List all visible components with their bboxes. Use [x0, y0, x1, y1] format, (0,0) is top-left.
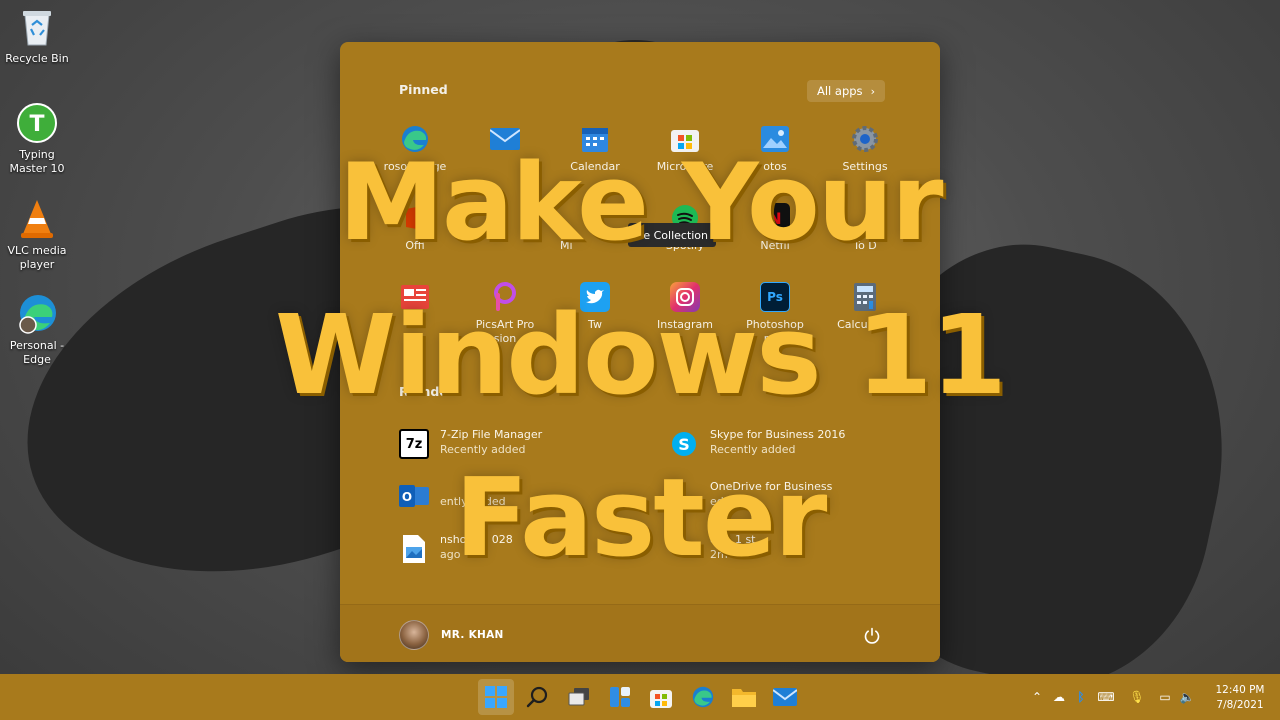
- volume-icon[interactable]: 🔈: [1176, 686, 1198, 708]
- mail-icon: [773, 688, 797, 706]
- headline-line-1: Make Your: [338, 141, 943, 264]
- weather-icon[interactable]: ☁: [1048, 686, 1070, 708]
- edge-icon: [692, 686, 714, 708]
- task-view-button[interactable]: [561, 679, 597, 715]
- recommended-title-text: Skype for Business 2016: [710, 428, 846, 441]
- clock[interactable]: 12:40 PM 7/8/2021: [1206, 683, 1274, 713]
- clock-date: 7/8/2021: [1216, 699, 1264, 711]
- search-button[interactable]: [519, 679, 555, 715]
- network-icon[interactable]: ▭: [1154, 686, 1176, 708]
- taskbar-store-button[interactable]: [643, 679, 679, 715]
- recommended-title-text: 7-Zip File Manager: [440, 428, 543, 441]
- recommended-subtitle: Recently added: [440, 443, 526, 456]
- clock-time: 12:40 PM: [1215, 684, 1265, 696]
- svg-text:S: S: [678, 435, 690, 454]
- power-icon: [864, 627, 880, 644]
- widgets-button[interactable]: [602, 679, 638, 715]
- system-tray: ⌃ ☁ ᛒ ⌨ 🎙 ▭ 🔈: [1026, 674, 1198, 720]
- skype-icon: S: [669, 429, 699, 459]
- taskbar-mail-button[interactable]: [767, 679, 803, 715]
- task-view-icon: [568, 688, 589, 706]
- start-button[interactable]: [478, 679, 514, 715]
- start-icon: [485, 686, 507, 708]
- store-icon: [650, 690, 672, 708]
- chevron-up-icon[interactable]: ⌃: [1026, 686, 1048, 708]
- taskbar-edge-button[interactable]: [685, 679, 721, 715]
- all-apps-label: All apps: [817, 84, 863, 98]
- file-explorer-button[interactable]: [726, 679, 762, 715]
- 7zip-icon: 7z: [399, 429, 429, 459]
- taskbar: ⌃ ☁ ᛒ ⌨ 🎙 ▭ 🔈 12:40 PM 7/8/2021: [0, 674, 1280, 720]
- all-apps-button[interactable]: All apps ›: [807, 80, 885, 102]
- headline-line-2: Windows 11: [274, 291, 1007, 419]
- chevron-right-icon: ›: [870, 84, 875, 98]
- desktop-icon-recycle-bin[interactable]: Recycle Bin: [4, 6, 70, 66]
- recommended-subtitle: Recently added: [710, 443, 796, 456]
- avatar[interactable]: [399, 620, 429, 650]
- svg-text:T: T: [29, 112, 44, 137]
- keyboard-icon[interactable]: ⌨: [1092, 686, 1120, 708]
- bluetooth-icon[interactable]: ᛒ: [1070, 686, 1092, 708]
- widgets-icon: [610, 687, 630, 707]
- typing-master-icon: T: [16, 102, 58, 144]
- search-icon: [526, 686, 548, 708]
- microphone-icon[interactable]: 🎙: [1126, 686, 1148, 708]
- recycle-bin-icon: [16, 6, 58, 48]
- power-button[interactable]: [861, 625, 883, 647]
- pinned-title: Pinned: [399, 82, 448, 97]
- user-bar: MR. KHAN: [340, 604, 940, 662]
- desktop-icon-label: Recycle Bin: [5, 52, 69, 65]
- headline-line-3: Faster: [454, 456, 828, 581]
- user-name[interactable]: MR. KHAN: [441, 629, 504, 641]
- file-explorer-icon: [732, 689, 756, 707]
